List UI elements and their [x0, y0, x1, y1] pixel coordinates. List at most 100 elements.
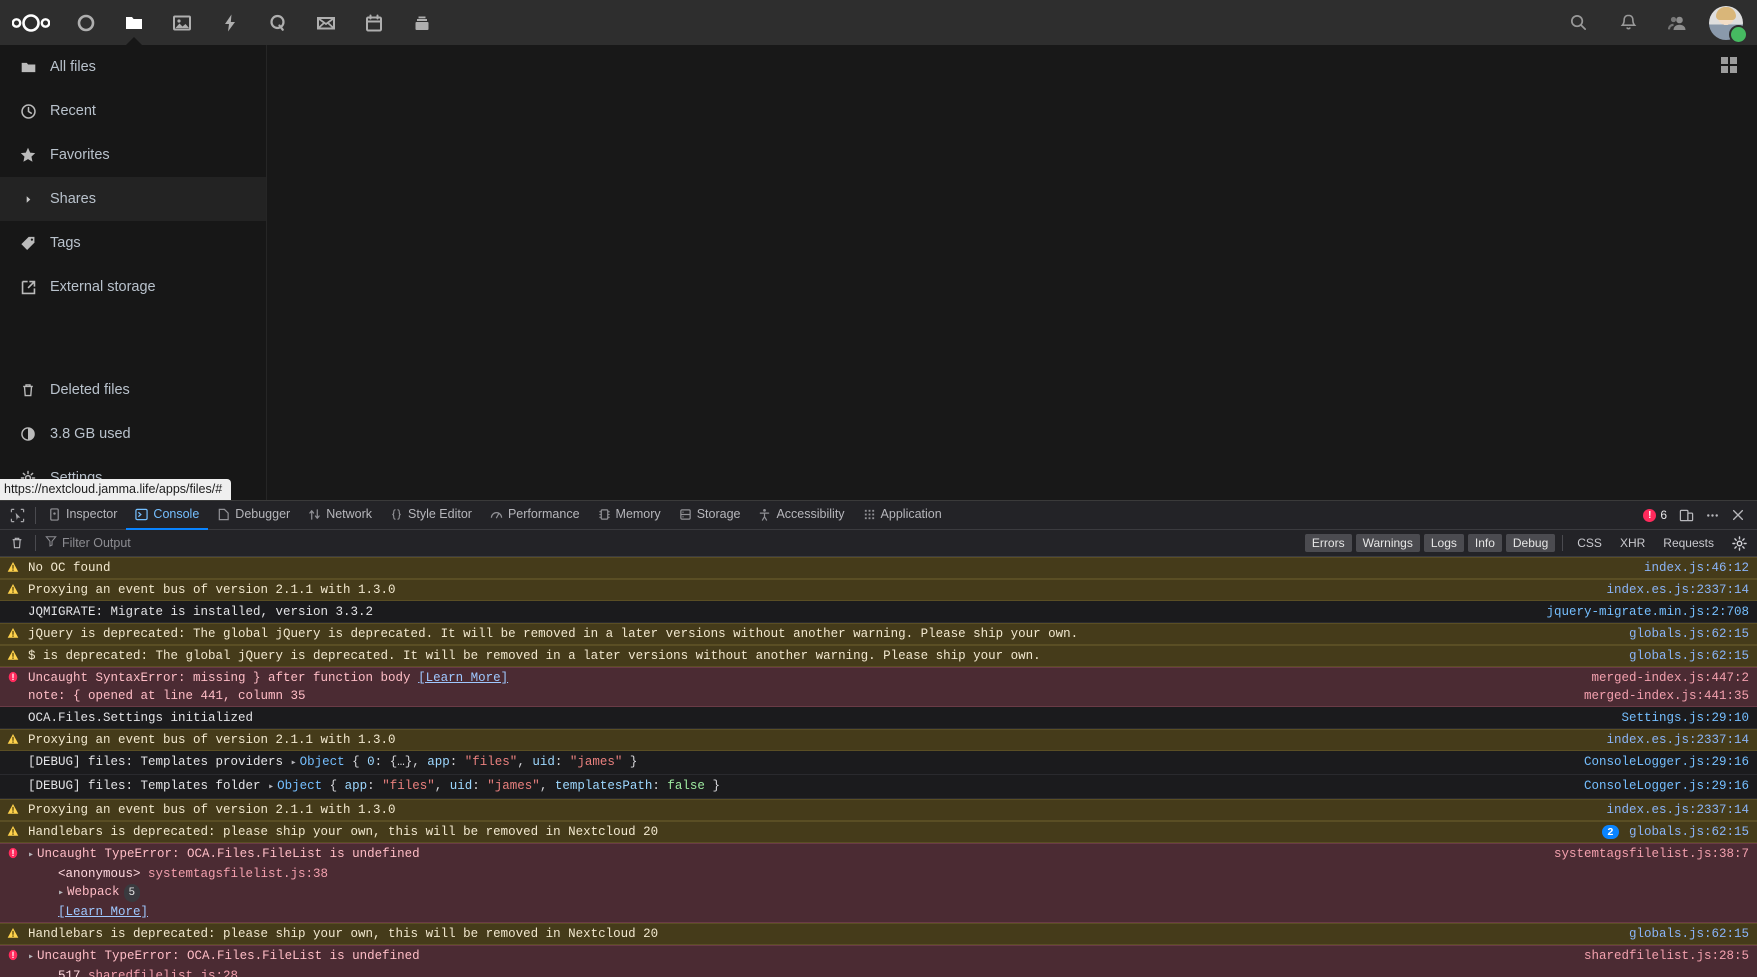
stack-file-link[interactable]: systemtagsfilelist.js:38 — [148, 867, 328, 881]
console-source-link[interactable]: systemtagsfilelist.js:38:7 — [1554, 845, 1749, 863]
app-icon-calendar[interactable] — [350, 0, 398, 45]
console-row[interactable]: jQuery is deprecated: The global jQuery … — [0, 623, 1757, 645]
app-icon-search-app[interactable] — [254, 0, 302, 45]
clear-console-icon[interactable] — [4, 530, 30, 557]
console-row[interactable]: Proxying an event bus of version 2.1.1 w… — [0, 799, 1757, 821]
filter-warnings[interactable]: Warnings — [1355, 534, 1420, 552]
console-source-link[interactable]: jquery-migrate.min.js:2:708 — [1546, 603, 1749, 621]
console-row[interactable]: Handlebars is deprecated: please ship yo… — [0, 821, 1757, 843]
sidebar-item-shares[interactable]: Shares — [0, 177, 266, 221]
app-icon-dashboard[interactable] — [62, 0, 110, 45]
console-row[interactable]: [DEBUG] files: Templates folder ▸ Object … — [0, 775, 1757, 799]
expand-arrow-icon[interactable]: ▸ — [28, 850, 37, 861]
console-row[interactable]: Proxying an event bus of version 2.1.1 w… — [0, 729, 1757, 751]
stack-file-link[interactable]: sharedfilelist.js:28 — [88, 969, 238, 977]
filter-errors[interactable]: Errors — [1304, 534, 1352, 552]
sidebar-item-favorites[interactable]: Favorites — [0, 133, 266, 177]
sidebar-item-deleted-files[interactable]: Deleted files — [0, 368, 266, 412]
error-count-badge[interactable]: ! 6 — [1643, 508, 1667, 522]
expand-arrow-icon[interactable]: ▸ — [291, 758, 300, 769]
console-message: JQMIGRATE: Migrate is installed, version… — [28, 605, 374, 619]
tab-label: Inspector — [66, 507, 118, 521]
tab-memory[interactable]: Memory — [589, 501, 670, 530]
console-source-link[interactable]: index.es.js:2337:14 — [1606, 581, 1749, 599]
source-text[interactable]: globals.js:62:15 — [1629, 825, 1749, 839]
meatball-menu-icon[interactable] — [1699, 501, 1725, 530]
filter-xhr[interactable]: XHR — [1613, 534, 1652, 552]
sidebar-item-recent[interactable]: Recent — [0, 89, 266, 133]
console-source-link[interactable]: globals.js:62:15 — [1629, 925, 1749, 943]
console-source-link[interactable]: globals.js:62:15 — [1629, 647, 1749, 665]
console-row[interactable]: [DEBUG] files: Templates providers ▸ Obje… — [0, 751, 1757, 775]
filter-input-group[interactable] — [41, 535, 322, 551]
object-label[interactable]: Object — [300, 755, 345, 769]
learn-more-link[interactable]: [Learn More] — [418, 671, 508, 685]
console-source-link[interactable]: globals.js:62:15 — [1629, 625, 1749, 643]
console-source-link[interactable]: ConsoleLogger.js:29:16 — [1584, 777, 1749, 795]
tab-inspector[interactable]: Inspector — [39, 501, 126, 530]
notifications-bell-icon[interactable] — [1603, 0, 1653, 45]
responsive-design-mode-icon[interactable] — [1673, 501, 1699, 530]
sidebar-item-quota[interactable]: 3.8 GB used — [0, 412, 266, 456]
console-row[interactable]: Uncaught SyntaxError: missing } after fu… — [0, 667, 1757, 707]
sidebar-item-tags[interactable]: Tags — [0, 221, 266, 265]
expand-arrow-icon[interactable]: ▸ — [58, 888, 67, 899]
tab-storage[interactable]: Storage — [670, 501, 750, 530]
filter-debug[interactable]: Debug — [1505, 534, 1556, 552]
console-source-link[interactable]: merged-index.js:447:2 merged-index.js:441… — [1584, 669, 1749, 705]
console-output[interactable]: No OC found index.js:46:12 Proxying an e… — [0, 557, 1757, 977]
obj-key: app — [427, 755, 450, 769]
sidebar-item-external-storage[interactable]: External storage — [0, 265, 266, 309]
expand-arrow-icon[interactable]: ▸ — [28, 952, 37, 963]
chevron-right-icon[interactable] — [12, 195, 44, 204]
close-devtools-icon[interactable] — [1725, 501, 1751, 530]
console-row[interactable]: OCA.Files.Settings initialized Settings.… — [0, 707, 1757, 729]
filter-input[interactable] — [62, 536, 322, 550]
app-icon-mail[interactable] — [302, 0, 350, 45]
console-row[interactable]: JQMIGRATE: Migrate is installed, version… — [0, 601, 1757, 623]
tab-network[interactable]: Network — [299, 501, 381, 530]
sidebar-item-all-files[interactable]: All files — [0, 45, 266, 89]
app-icon-files[interactable] — [110, 0, 158, 45]
console-row[interactable]: No OC found index.js:46:12 — [0, 557, 1757, 579]
console-source-link[interactable]: index.es.js:2337:14 — [1606, 731, 1749, 749]
element-picker-icon[interactable] — [2, 501, 32, 530]
console-source-link[interactable]: ConsoleLogger.js:29:16 — [1584, 753, 1749, 771]
search-icon[interactable] — [1553, 0, 1603, 45]
tab-debugger[interactable]: Debugger — [208, 501, 299, 530]
source-line-2[interactable]: merged-index.js:441:35 — [1584, 689, 1749, 703]
app-icon-activity[interactable] — [206, 0, 254, 45]
tab-console[interactable]: Console — [126, 501, 209, 530]
filter-css[interactable]: CSS — [1570, 534, 1609, 552]
grid-view-toggle[interactable] — [1721, 57, 1743, 79]
frame-group[interactable]: ▸ Webpack 5 — [28, 883, 1542, 903]
console-row[interactable]: ▸ Uncaught TypeError: OCA.Files.FileList … — [0, 843, 1757, 923]
console-source-link[interactable]: Settings.js:29:10 — [1621, 709, 1749, 727]
expand-arrow-icon[interactable]: ▸ — [268, 782, 277, 793]
app-icon-deck[interactable] — [398, 0, 446, 45]
nextcloud-logo[interactable] — [0, 13, 62, 33]
filter-requests[interactable]: Requests — [1656, 534, 1721, 552]
avatar[interactable] — [1709, 5, 1748, 44]
obj-open: { — [329, 779, 338, 793]
console-source-link[interactable]: index.js:46:12 — [1644, 559, 1749, 577]
console-row[interactable]: Handlebars is deprecated: please ship yo… — [0, 923, 1757, 945]
console-source-link[interactable]: sharedfilelist.js:28:5 — [1584, 947, 1749, 965]
filter-info[interactable]: Info — [1467, 534, 1502, 552]
tab-style-editor[interactable]: Style Editor — [381, 501, 481, 530]
app-icon-photos[interactable] — [158, 0, 206, 45]
filter-logs[interactable]: Logs — [1423, 534, 1464, 552]
contacts-icon[interactable] — [1653, 0, 1703, 45]
source-line-1[interactable]: merged-index.js:447:2 — [1591, 671, 1749, 685]
console-settings-gear-icon[interactable] — [1727, 530, 1751, 557]
console-source-link[interactable]: index.es.js:2337:14 — [1606, 801, 1749, 819]
console-row[interactable]: $ is deprecated: The global jQuery is de… — [0, 645, 1757, 667]
tab-application[interactable]: Application — [854, 501, 951, 530]
console-row[interactable]: Proxying an event bus of version 2.1.1 w… — [0, 579, 1757, 601]
tab-performance[interactable]: Performance — [481, 501, 589, 530]
console-row[interactable]: ▸ Uncaught TypeError: OCA.Files.FileList … — [0, 945, 1757, 977]
tab-accessibility[interactable]: Accessibility — [749, 501, 853, 530]
learn-more-link[interactable]: [Learn More] — [58, 905, 148, 919]
console-source-link[interactable]: 2 globals.js:62:15 — [1601, 823, 1749, 841]
object-label[interactable]: Object — [277, 779, 322, 793]
